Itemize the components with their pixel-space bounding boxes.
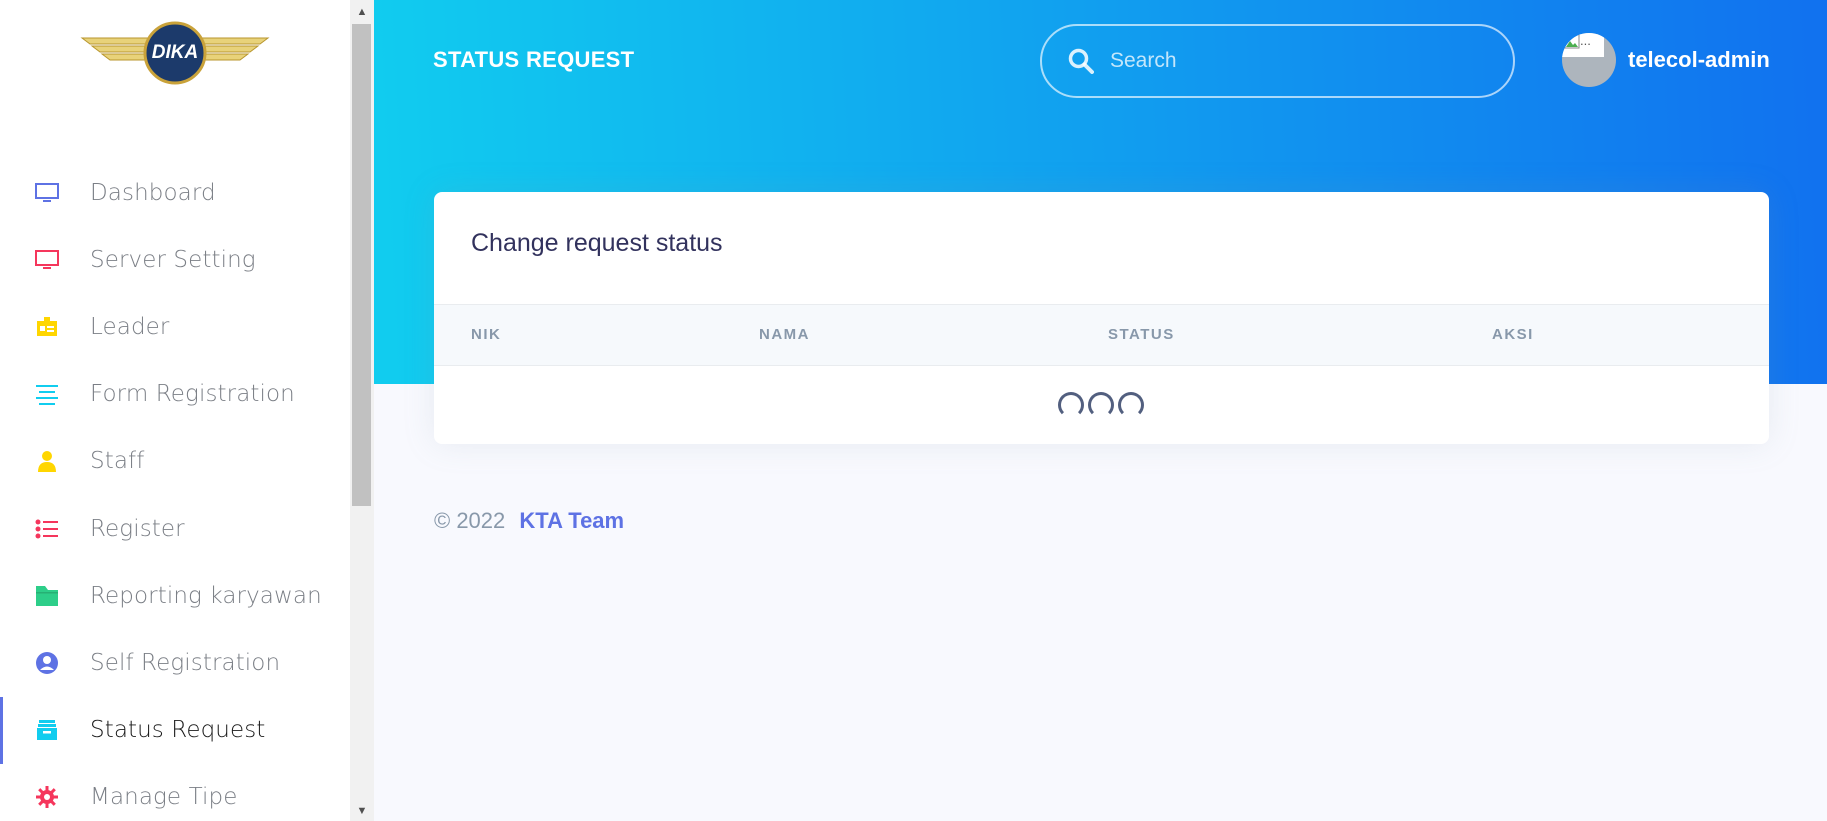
- status-request-card: Change request status NIK NAMA STATUS AK…: [434, 192, 1769, 444]
- sidebar-item-label: Self Registration: [90, 649, 281, 676]
- monitor-icon: [35, 181, 59, 205]
- broken-image-icon: ...: [1562, 33, 1604, 57]
- search-icon: [1068, 48, 1094, 74]
- sidebar-item-label: Server Setting: [90, 246, 256, 273]
- column-header-aksi: AKSI: [1492, 326, 1534, 343]
- sidebar-item-leader[interactable]: Leader: [0, 293, 350, 360]
- sidebar-item-label: Leader: [90, 313, 170, 340]
- scroll-thumb[interactable]: [352, 24, 371, 506]
- gear-icon: [35, 785, 59, 809]
- user-circle-icon: [35, 651, 59, 675]
- logo-text: DIKA: [151, 42, 199, 63]
- column-header-status: STATUS: [1108, 326, 1175, 343]
- sidebar-item-label: Staff: [90, 448, 145, 475]
- monitor-icon: [35, 248, 59, 272]
- sidebar-item-staff[interactable]: Staff: [0, 428, 350, 495]
- sidebar-item-reporting-karyawan[interactable]: Reporting karyawan: [0, 562, 350, 629]
- scroll-up-arrow-icon[interactable]: ▲: [350, 2, 374, 22]
- sidebar-scrollbar[interactable]: ▲ ▼: [350, 0, 374, 821]
- user-icon: [35, 449, 59, 473]
- folder-icon: [35, 584, 59, 608]
- dika-logo[interactable]: DIKA: [80, 18, 270, 88]
- card-title: Change request status: [471, 229, 723, 257]
- id-badge-icon: [35, 315, 59, 339]
- sidebar-nav: Dashboard Server Setting Leader Form Reg…: [0, 159, 350, 821]
- sidebar-item-manage-tipe[interactable]: Manage Tipe: [0, 764, 350, 821]
- sidebar-item-dashboard[interactable]: Dashboard: [0, 159, 350, 226]
- search-input[interactable]: [1110, 49, 1490, 73]
- loading-spinner-icon: [1058, 392, 1148, 418]
- footer: © 2022 KTA Team: [434, 508, 624, 534]
- sidebar-item-label: Form Registration: [90, 381, 295, 408]
- bullet-list-icon: [35, 517, 59, 541]
- sidebar-item-label: Register: [90, 515, 185, 542]
- username: telecol-admin: [1628, 47, 1770, 72]
- search-bar[interactable]: [1040, 24, 1515, 98]
- copyright-text: © 2022: [434, 508, 506, 533]
- avatar[interactable]: ...: [1562, 33, 1616, 87]
- table-header: NIK NAMA STATUS AKSI: [434, 304, 1769, 366]
- sidebar-item-register[interactable]: Register: [0, 495, 350, 562]
- sidebar-item-label: Manage Tipe: [90, 784, 238, 811]
- align-lines-icon: [35, 382, 59, 406]
- column-header-nama: NAMA: [759, 326, 810, 343]
- footer-link-kta-team[interactable]: KTA Team: [519, 508, 624, 533]
- scroll-down-arrow-icon[interactable]: ▼: [350, 801, 374, 821]
- sidebar-item-form-registration[interactable]: Form Registration: [0, 361, 350, 428]
- user-menu[interactable]: ... telecol-admin: [1562, 33, 1770, 87]
- sidebar-item-server-setting[interactable]: Server Setting: [0, 226, 350, 293]
- page-title: STATUS REQUEST: [433, 47, 635, 72]
- sidebar: DIKA Dashboard Server Setting Leader For…: [0, 0, 350, 821]
- sidebar-item-status-request[interactable]: Status Request: [0, 696, 350, 764]
- archive-icon: [35, 718, 59, 742]
- column-header-nik: NIK: [471, 326, 502, 343]
- sidebar-item-label: Dashboard: [90, 179, 216, 206]
- sidebar-item-label: Reporting karyawan: [90, 582, 322, 609]
- sidebar-item-self-registration[interactable]: Self Registration: [0, 629, 350, 696]
- sidebar-item-label: Status Request: [90, 717, 266, 744]
